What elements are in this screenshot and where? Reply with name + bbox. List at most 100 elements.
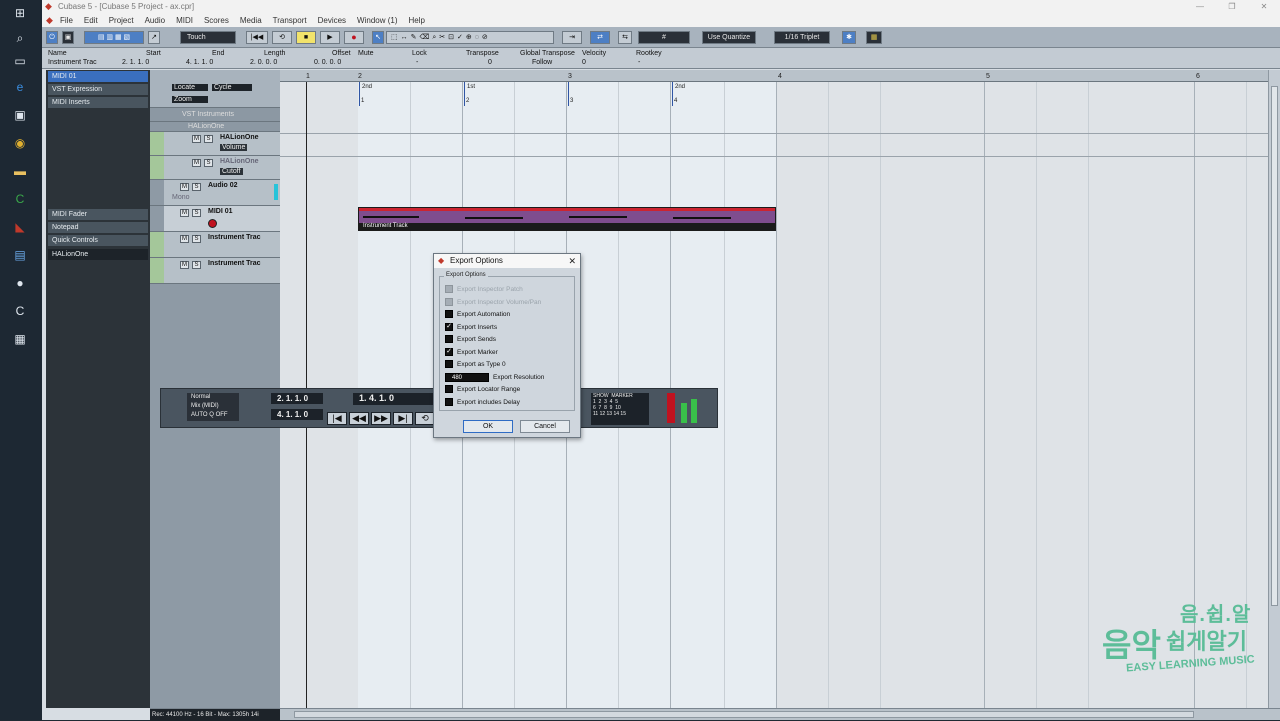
app-circle-icon[interactable]: ●	[11, 274, 29, 292]
marker-label[interactable]: 2nd	[675, 84, 685, 90]
edge-icon[interactable]: e	[11, 78, 29, 96]
mute-button[interactable]: M	[180, 261, 189, 269]
zoom-select[interactable]: Zoom	[172, 96, 208, 103]
cubase-icon[interactable]: ◣	[11, 218, 29, 236]
left-locator[interactable]: 2. 1. 1. 0	[271, 393, 323, 404]
solo-button[interactable]: S	[192, 183, 201, 191]
snap-type-icon[interactable]: ⇆	[618, 31, 632, 44]
folder-track-halion[interactable]: HALionOne	[150, 122, 280, 132]
color-tool-icon[interactable]: ✱	[842, 31, 856, 44]
option-export-includes-delay[interactable]: Export includes Delay	[445, 397, 520, 407]
dialog-close-icon[interactable]: ✕	[568, 254, 576, 268]
cycle-select[interactable]: Cycle	[212, 84, 252, 91]
track-instrument-2[interactable]: Instrument Trac M S	[150, 258, 280, 284]
automation-mode-select[interactable]: Touch	[180, 31, 236, 44]
marker-label[interactable]: 1st	[467, 84, 475, 90]
info-value-end[interactable]: 4. 1. 1. 0	[186, 59, 213, 66]
checkbox[interactable]	[445, 310, 453, 318]
export-resolution-input[interactable]: 480	[445, 372, 489, 382]
option-export-inserts[interactable]: ✓ Export Inserts	[445, 322, 497, 332]
inspector-notepad[interactable]: Notepad	[48, 222, 148, 233]
app-c-icon[interactable]: C	[11, 190, 29, 208]
checkbox[interactable]	[445, 398, 453, 406]
option-export-automation[interactable]: Export Automation	[445, 309, 510, 319]
marker-label[interactable]: 2nd	[362, 84, 372, 90]
mute-button[interactable]: M	[180, 183, 189, 191]
menu-midi[interactable]: MIDI	[176, 16, 193, 25]
option-export-marker[interactable]: ✓ Export Marker	[445, 347, 498, 357]
marker-panel[interactable]: SHOW MARKER 1 2 3 4 5 6 7 8 9 10 11 12 1…	[591, 393, 649, 425]
marker-buttons[interactable]: 1 2 3 4 5 6 7 8 9 10 11 12 13 14 15	[593, 399, 626, 417]
checkbox[interactable]	[445, 360, 453, 368]
record-mode[interactable]: Normal	[191, 393, 239, 402]
option-export-sends[interactable]: Export Sends	[445, 334, 496, 344]
menu-scores[interactable]: Scores	[204, 16, 229, 25]
previous-marker-button[interactable]: |◀	[327, 412, 347, 425]
autoscroll-icon[interactable]: ⇥	[562, 31, 582, 44]
right-locator[interactable]: 4. 1. 1. 0	[271, 409, 323, 420]
constrain-delay-icon[interactable]: ⏻	[46, 31, 58, 44]
minimize-button[interactable]: —	[1188, 0, 1212, 13]
inspector-toggle-icon[interactable]: ▣	[62, 31, 74, 44]
info-value-global-transpose[interactable]: Follow	[532, 59, 552, 66]
cycle-button[interactable]: ⟲	[272, 31, 292, 44]
ruler[interactable]: 1 2 3 4 5 6	[280, 70, 1268, 82]
info-value-name[interactable]: Instrument Trac	[48, 59, 97, 66]
track-halion-volume[interactable]: HALionOne Volume M S	[150, 132, 280, 156]
play-button[interactable]: ▶	[320, 31, 340, 44]
info-value-start[interactable]: 2. 1. 1. 0	[122, 59, 149, 66]
snap-toggle-icon[interactable]: ⇄	[590, 31, 610, 44]
inspector-track-name[interactable]: MIDI 01	[48, 71, 148, 82]
grid-type-select[interactable]: #	[638, 31, 690, 44]
chrome-icon[interactable]: ◉	[11, 134, 29, 152]
track-audio-02[interactable]: Audio 02 Mono M S	[150, 180, 280, 206]
windows-start-icon[interactable]: ⊞	[11, 4, 29, 22]
track-instrument-1[interactable]: Instrument Trac M S	[150, 232, 280, 258]
cycle-record-mode[interactable]: Mix (MIDI)	[191, 402, 239, 411]
horizontal-scrollbar[interactable]	[294, 711, 1194, 718]
checkbox-checked[interactable]: ✓	[445, 323, 453, 331]
info-value-transpose[interactable]: 0	[488, 59, 492, 66]
app-drive-icon[interactable]: ▦	[11, 330, 29, 348]
close-window-button[interactable]: ✕	[1252, 0, 1276, 13]
color-palette-icon[interactable]: ▦	[866, 31, 882, 44]
menu-media[interactable]: Media	[240, 16, 262, 25]
folder-icon[interactable]: ▬	[11, 162, 29, 180]
menu-transport[interactable]: Transport	[273, 16, 307, 25]
search-icon[interactable]: ⌕	[11, 29, 29, 47]
inspector-vst-expression[interactable]: VST Expression	[48, 84, 148, 95]
record-enable-button[interactable]	[208, 219, 217, 228]
app-c2-icon[interactable]: C	[11, 302, 29, 320]
stop-button[interactable]: ■	[296, 31, 316, 44]
mute-button[interactable]: M	[192, 159, 201, 167]
info-value-length[interactable]: 2. 0. 0. 0	[250, 59, 277, 66]
menu-window[interactable]: Window (1)	[357, 16, 397, 25]
rewind-button[interactable]: ◀◀	[349, 412, 369, 425]
menu-file[interactable]: File	[60, 16, 73, 25]
go-to-start-button[interactable]: |◀◀	[246, 31, 268, 44]
info-value-velocity[interactable]: 0	[582, 59, 586, 66]
menu-audio[interactable]: Audio	[145, 16, 165, 25]
cancel-button[interactable]: Cancel	[520, 420, 570, 433]
solo-button[interactable]: S	[192, 261, 201, 269]
transport-mode-section[interactable]: Normal Mix (MIDI) AUTO Q OFF	[187, 393, 239, 421]
record-button[interactable]: ●	[344, 31, 364, 44]
menu-devices[interactable]: Devices	[318, 16, 346, 25]
mute-button[interactable]: M	[180, 235, 189, 243]
quantize-mode-select[interactable]: Use Quantize	[702, 31, 756, 44]
track-midi-01[interactable]: MIDI 01 M S	[150, 206, 280, 232]
menu-project[interactable]: Project	[109, 16, 134, 25]
inspector-midi-inserts[interactable]: MIDI Inserts	[48, 97, 148, 108]
option-export-locator-range[interactable]: Export Locator Range	[445, 384, 520, 394]
maximize-button[interactable]: ❐	[1220, 0, 1244, 13]
solo-button[interactable]: S	[192, 235, 201, 243]
fast-forward-button[interactable]: ▶▶	[371, 412, 391, 425]
inspector-midi-fader[interactable]: MIDI Fader	[48, 209, 148, 220]
ok-button[interactable]: OK	[463, 420, 513, 433]
locate-select[interactable]: Locate	[172, 84, 208, 91]
midi-part[interactable]: Instrument Track	[358, 207, 776, 231]
track-parameter[interactable]: Volume	[220, 144, 248, 151]
menu-help[interactable]: Help	[409, 16, 425, 25]
automation-icon[interactable]: ↗	[148, 31, 160, 44]
folder-track-vst-instruments[interactable]: VST Instruments	[150, 108, 280, 122]
